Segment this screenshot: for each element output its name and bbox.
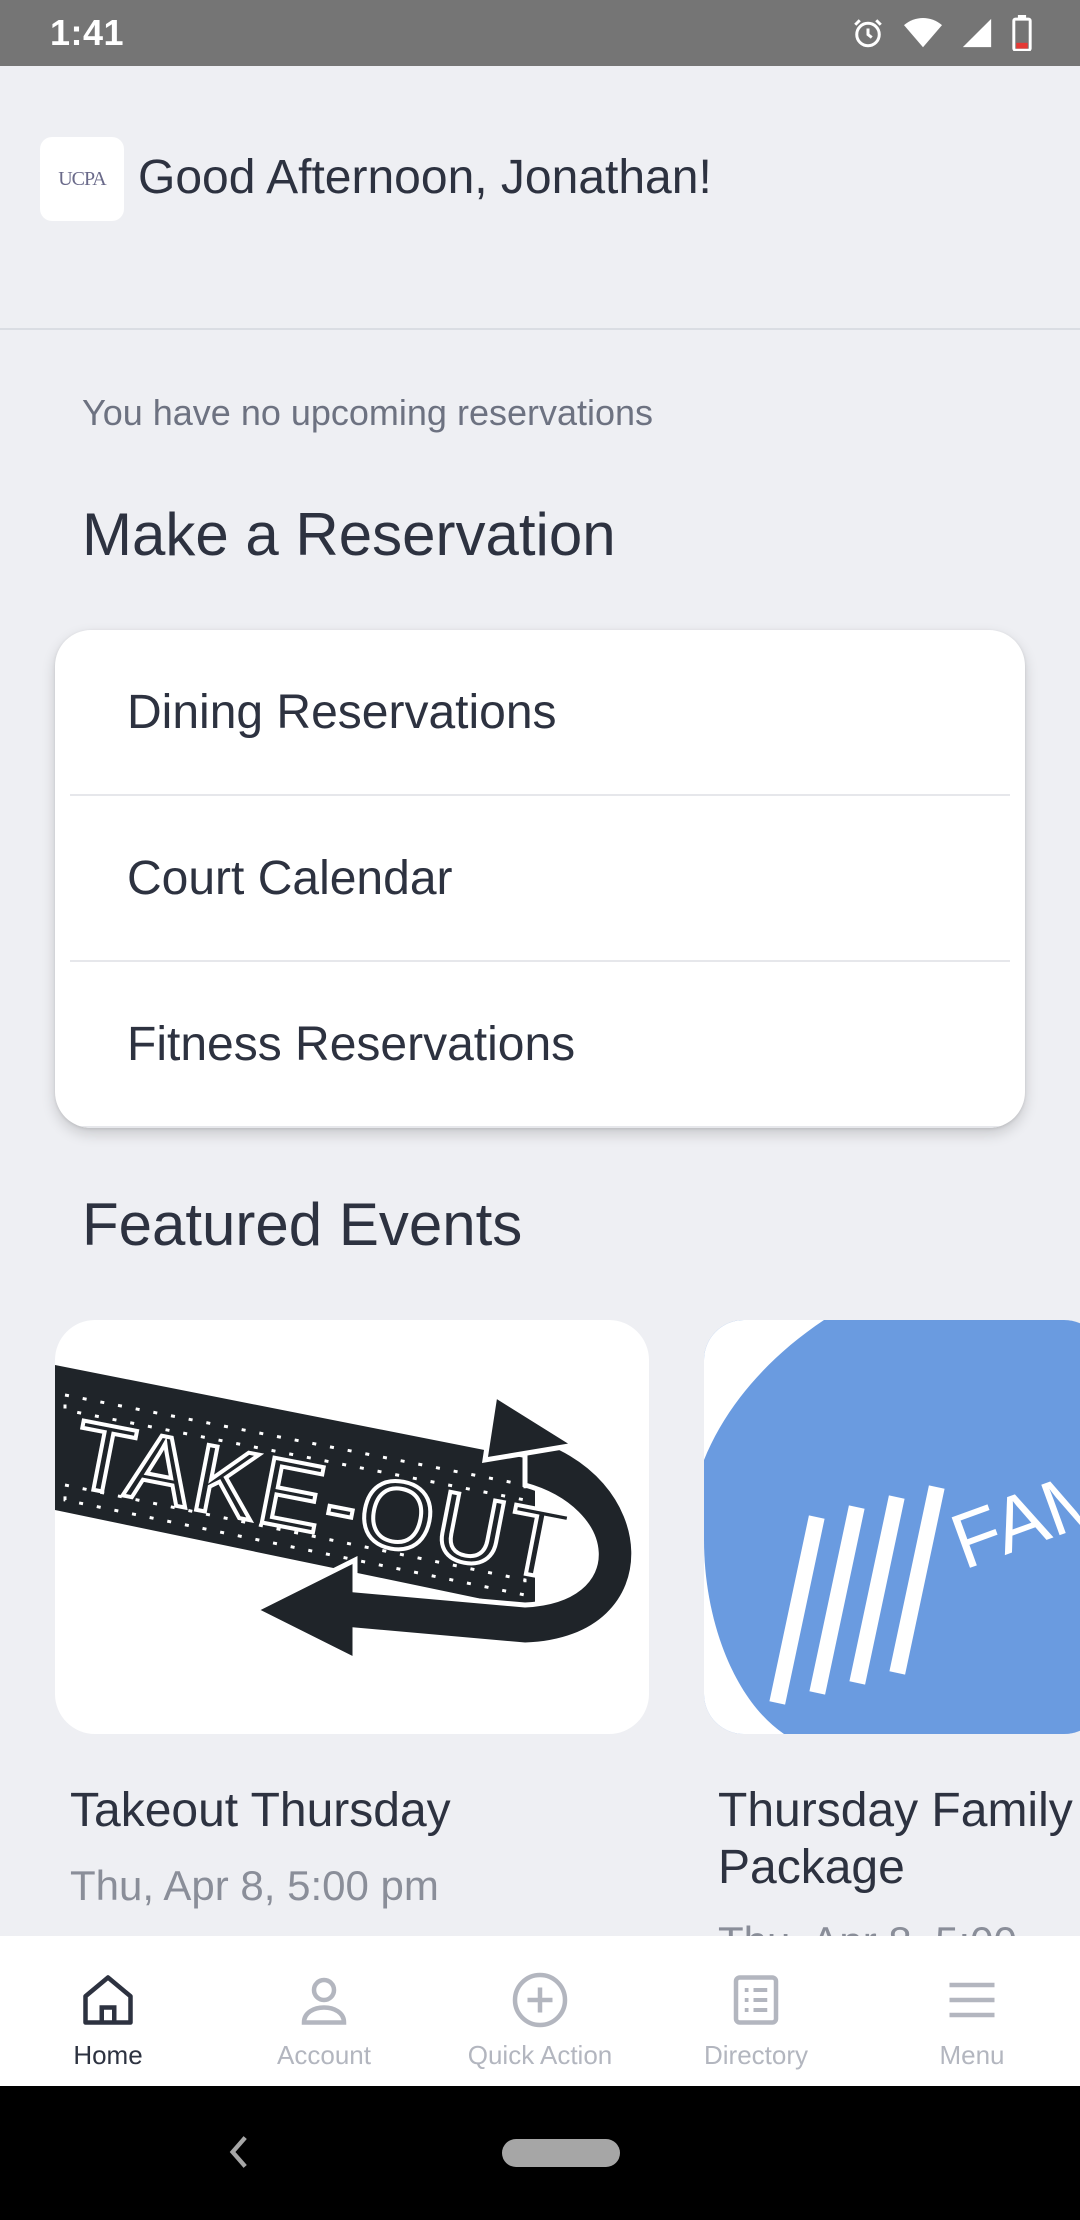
reservation-card: Dining Reservations Court Calendar Fitne… (55, 630, 1025, 1128)
home-icon (83, 1975, 133, 2025)
bottom-nav: Home Account Quick Action Directory Menu (0, 1936, 1080, 2086)
event-image-family[interactable]: FAMILY MEAL (704, 1320, 1080, 1734)
club-logo: UCPA (40, 137, 124, 221)
directory-icon (733, 1975, 779, 2025)
event-title[interactable]: Thursday Family Package (718, 1782, 1080, 1896)
make-reservation-title: Make a Reservation (82, 501, 616, 568)
greeting-text: Good Afternoon, Jonathan! (138, 151, 712, 204)
signal-icon (962, 18, 992, 48)
nav-quick-action[interactable]: Quick Action (432, 1936, 648, 2086)
nav-quick-action-label: Quick Action (467, 2040, 613, 2070)
home-pill-button[interactable] (502, 2139, 620, 2167)
family-meal-graphic: FAMILY MEAL (704, 1320, 1080, 1734)
dining-reservations-item[interactable]: Dining Reservations (70, 630, 1010, 796)
wifi-icon (904, 17, 942, 48)
nav-directory[interactable]: Directory (648, 1936, 864, 2086)
event-title-text: Thursday Family Package (718, 1784, 1073, 1894)
nav-menu[interactable]: Menu (864, 1936, 1080, 2086)
battery-icon (1012, 15, 1032, 51)
nav-account-label: Account (277, 2040, 371, 2070)
system-nav-bar (0, 2086, 1080, 2220)
plus-circle-icon (512, 1972, 568, 2028)
status-time: 1:41 (50, 12, 125, 53)
back-icon[interactable] (226, 2134, 250, 2170)
logo-text: UCPA (58, 167, 107, 190)
hamburger-icon (949, 1982, 995, 2018)
event-image-takeout[interactable]: TAKE-OUT (55, 1320, 649, 1734)
status-bar: 1:41 (0, 0, 1080, 66)
fitness-reservations-item[interactable]: Fitness Reservations (70, 962, 1010, 1128)
nav-menu-label: Menu (939, 2040, 1005, 2070)
status-icons (850, 15, 1032, 51)
account-icon (301, 1977, 347, 2025)
nav-account[interactable]: Account (216, 1936, 432, 2086)
nav-home[interactable]: Home (0, 1936, 216, 2086)
event-date: Thu, Apr 8, 5:00 pm (70, 1862, 439, 1909)
no-reservations-message: You have no upcoming reservations (82, 392, 654, 433)
alarm-icon (854, 19, 882, 48)
nav-home-label: Home (73, 2040, 143, 2070)
featured-events-title: Featured Events (82, 1191, 523, 1258)
event-title[interactable]: Takeout Thursday (70, 1782, 451, 1839)
court-calendar-item[interactable]: Court Calendar (70, 796, 1010, 962)
takeout-sign-graphic: TAKE-OUT (55, 1365, 637, 1665)
nav-directory-label: Directory (703, 2040, 808, 2070)
